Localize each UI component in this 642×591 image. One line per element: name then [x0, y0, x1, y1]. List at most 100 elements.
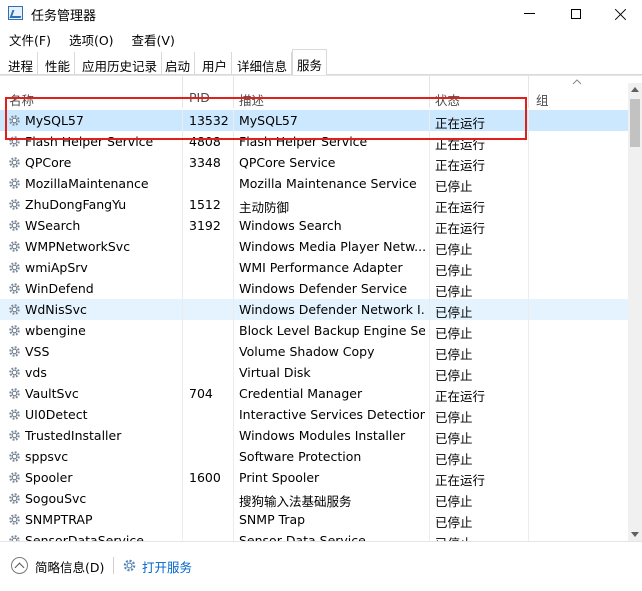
table-row[interactable]: wbengine Block Level Backup Engine Se... 已… — [0, 320, 628, 341]
column-divider — [182, 299, 183, 320]
column-divider — [429, 152, 430, 173]
vertical-scrollbar[interactable] — [628, 83, 642, 541]
table-row[interactable]: SNMPTRAP SNMP Trap 已停止 — [0, 509, 628, 530]
column-header-group[interactable]: 组 — [536, 90, 549, 109]
scroll-up-icon[interactable] — [631, 87, 639, 92]
column-divider — [429, 488, 430, 509]
table-row[interactable]: VSS Volume Shadow Copy 已停止 — [0, 341, 628, 362]
column-divider — [429, 320, 430, 341]
column-header-name[interactable]: 名称 — [9, 90, 34, 109]
column-divider — [429, 257, 430, 278]
service-status: 已停止 — [435, 368, 473, 383]
tab-processes[interactable]: 进程 — [4, 52, 39, 75]
table-row[interactable]: WdNisSvc Windows Defender Network I... 已停止 — [0, 299, 628, 320]
gear-icon — [9, 346, 20, 357]
column-header-status[interactable]: 状态 — [435, 90, 460, 109]
menu-file[interactable]: 文件(F) — [0, 28, 60, 48]
table-row[interactable]: ZhuDongFangYu 1512 主动防御 正在运行 — [0, 194, 628, 215]
table-row[interactable]: UI0Detect Interactive Services Detection 已… — [0, 404, 628, 425]
table-row[interactable]: WinDefend Windows Defender Service 已停止 — [0, 278, 628, 299]
title-bar[interactable]: 任务管理器 — [0, 0, 642, 27]
service-description: Mozilla Maintenance Service — [239, 176, 417, 191]
service-name: TrustedInstaller — [25, 428, 122, 443]
column-divider — [528, 383, 529, 404]
menu-options[interactable]: 选项(O) — [60, 28, 123, 48]
tab-performance[interactable]: 性能 — [41, 52, 76, 75]
footer-divider — [113, 557, 114, 574]
table-row[interactable]: MozillaMaintenance Mozilla Maintenance Se… — [0, 173, 628, 194]
column-divider[interactable] — [182, 76, 183, 108]
table-row[interactable]: vds Virtual Disk 已停止 — [0, 362, 628, 383]
table-row[interactable]: MySQL57 13532 MySQL57 正在运行 — [0, 110, 628, 131]
service-description: Windows Defender Network I... — [239, 302, 425, 317]
scrollbar-thumb[interactable] — [630, 99, 640, 147]
column-divider — [182, 404, 183, 425]
column-divider — [528, 173, 529, 194]
table-row[interactable]: WSearch 3192 Windows Search 正在运行 — [0, 215, 628, 236]
tab-startup[interactable]: 启动 — [161, 52, 196, 75]
gear-icon — [9, 199, 20, 210]
column-divider — [528, 152, 529, 173]
gear-icon — [9, 178, 20, 189]
column-divider — [429, 383, 430, 404]
column-divider — [429, 362, 430, 383]
footer-bar: 简略信息(D) 打开服务 — [0, 541, 642, 591]
open-services-link[interactable]: 打开服务 — [142, 557, 192, 576]
scroll-down-icon[interactable] — [631, 532, 639, 537]
table-row[interactable]: QPCore 3348 QPCore Service 正在运行 — [0, 152, 628, 173]
service-description: 主动防御 — [239, 200, 290, 215]
column-divider — [429, 530, 430, 541]
column-divider — [528, 446, 529, 467]
table-row[interactable]: wmiApSrv WMI Performance Adapter 已停止 — [0, 257, 628, 278]
service-name: WinDefend — [25, 281, 94, 296]
gear-icon — [9, 157, 20, 168]
column-divider — [528, 530, 529, 541]
column-header-pid[interactable]: PID — [189, 90, 210, 105]
tab-services[interactable]: 服务 — [292, 49, 328, 76]
column-divider[interactable] — [429, 76, 430, 108]
services-table[interactable]: 名称 PID 描述 状态 组 MySQL57 13532 MySQL57 正在运行 Fl… — [0, 75, 642, 541]
close-button[interactable] — [598, 0, 642, 27]
column-divider — [528, 404, 529, 425]
tab-details[interactable]: 详细信息 — [233, 52, 293, 75]
service-status: 已停止 — [435, 515, 473, 530]
minimize-button[interactable] — [506, 0, 552, 27]
table-row[interactable]: sppsvc Software Protection 已停止 — [0, 446, 628, 467]
service-description: Credential Manager — [239, 386, 363, 401]
service-name: SogouSvc — [25, 491, 87, 506]
service-status: 已停止 — [435, 242, 473, 257]
gear-icon[interactable] — [122, 558, 137, 573]
sort-chevron-icon — [572, 79, 582, 85]
column-divider[interactable] — [528, 76, 529, 108]
chevron-up-circle-icon[interactable] — [11, 557, 28, 574]
table-row[interactable]: WMPNetworkSvc Windows Media Player Netw..… — [0, 236, 628, 257]
column-divider[interactable] — [233, 76, 234, 108]
service-description: Windows Defender Service — [239, 281, 408, 296]
column-divider — [233, 320, 234, 341]
table-row[interactable]: Spooler 1600 Print Spooler 正在运行 — [0, 467, 628, 488]
maximize-button[interactable] — [553, 0, 599, 27]
service-status: 正在运行 — [435, 116, 486, 131]
table-row[interactable]: TrustedInstaller Windows Modules Installe… — [0, 425, 628, 446]
table-row[interactable]: SogouSvc 搜狗输入法基础服务 已停止 — [0, 488, 628, 509]
service-description: WMI Performance Adapter — [239, 260, 403, 275]
column-header-description[interactable]: 描述 — [239, 90, 264, 109]
tab-users[interactable]: 用户 — [198, 52, 233, 75]
column-divider — [182, 425, 183, 446]
column-divider — [429, 509, 430, 530]
table-header: 名称 PID 描述 状态 组 — [0, 76, 628, 108]
table-row[interactable]: Flash Helper Service 4808 Flash Helper Ser… — [0, 131, 628, 152]
table-row[interactable]: VaultSvc 704 Credential Manager 正在运行 — [0, 383, 628, 404]
service-status: 已停止 — [435, 284, 473, 299]
menu-view[interactable]: 查看(V) — [123, 28, 184, 48]
table-row[interactable]: SensorDataService Sensor Data Service 已停止 — [0, 530, 628, 541]
column-divider — [528, 257, 529, 278]
fewer-details-button[interactable]: 简略信息(D) — [35, 557, 104, 576]
column-divider — [182, 530, 183, 541]
tab-app-history[interactable]: 应用历史记录 — [78, 52, 163, 75]
column-divider — [528, 236, 529, 257]
service-status: 正在运行 — [435, 389, 486, 404]
gear-icon — [9, 325, 20, 336]
service-name: VSS — [25, 344, 50, 359]
service-description: 搜狗输入法基础服务 — [239, 494, 352, 509]
